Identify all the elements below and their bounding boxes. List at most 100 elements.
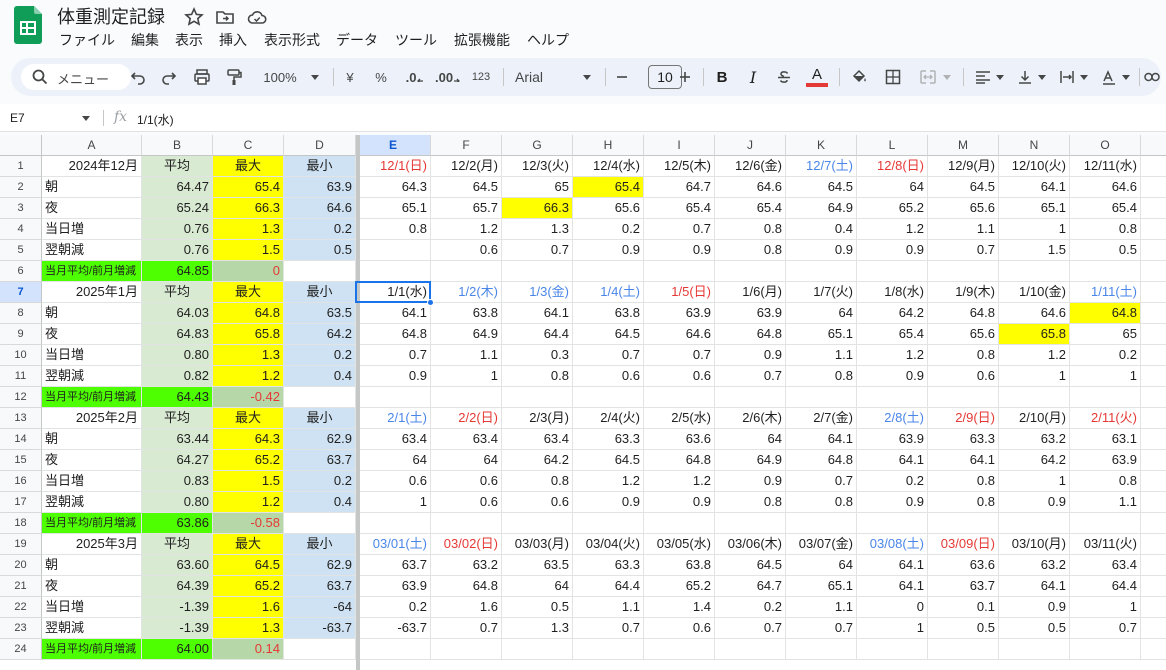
select-all-corner[interactable] <box>0 135 42 156</box>
cell-o15[interactable]: 63.9 <box>1070 450 1141 471</box>
cell-f6[interactable] <box>431 261 502 282</box>
cell-p5[interactable] <box>1141 240 1166 261</box>
cell-f24[interactable] <box>431 639 502 660</box>
cell-f19[interactable]: 03/02(日) <box>431 534 502 555</box>
cell-l7[interactable]: 1/8(水) <box>857 282 928 303</box>
cell-f18[interactable] <box>431 513 502 534</box>
cell-h13[interactable]: 2/4(火) <box>573 408 644 429</box>
cell-d5[interactable]: 0.5 <box>284 240 356 261</box>
cloud-saved-icon[interactable] <box>247 7 267 27</box>
cell-f4[interactable]: 1.2 <box>431 219 502 240</box>
cell-h8[interactable]: 63.8 <box>573 303 644 324</box>
cell-f22[interactable]: 1.6 <box>431 597 502 618</box>
cell-a1[interactable]: 2024年12月 <box>42 156 142 177</box>
column-header-m[interactable]: M <box>928 135 999 156</box>
cell-a13[interactable]: 2025年2月 <box>42 408 142 429</box>
cell-i18[interactable] <box>644 513 715 534</box>
cell-i16[interactable]: 1.2 <box>644 471 715 492</box>
cell-n13[interactable]: 2/10(月) <box>999 408 1070 429</box>
cell-p14[interactable] <box>1141 429 1166 450</box>
cell-i2[interactable]: 64.7 <box>644 177 715 198</box>
menu-file[interactable]: ファイル <box>59 30 115 50</box>
cell-n12[interactable] <box>999 387 1070 408</box>
cell-f5[interactable]: 0.6 <box>431 240 502 261</box>
cell-d17[interactable]: 0.4 <box>284 492 356 513</box>
cell-g12[interactable] <box>502 387 573 408</box>
cell-n23[interactable]: 0.5 <box>999 618 1070 639</box>
cell-h1[interactable]: 12/4(水) <box>573 156 644 177</box>
cell-d21[interactable]: 63.7 <box>284 576 356 597</box>
column-header-d[interactable]: D <box>284 135 356 156</box>
cell-j22[interactable]: 0.2 <box>715 597 786 618</box>
cell-i11[interactable]: 0.6 <box>644 366 715 387</box>
column-header-f[interactable]: F <box>431 135 502 156</box>
formula-input[interactable]: 1/1(水) <box>137 111 174 128</box>
cell-d9[interactable]: 64.2 <box>284 324 356 345</box>
cell-p15[interactable] <box>1141 450 1166 471</box>
currency-format-button[interactable]: ¥ <box>342 66 358 88</box>
row-header-24[interactable]: 24 <box>0 639 42 660</box>
cell-m1[interactable]: 12/9(月) <box>928 156 999 177</box>
spreadsheet-grid[interactable]: ABCDEFGHIJKLMNOP12024年12月平均最大最小12/1(日)12… <box>0 135 1166 670</box>
cell-b16[interactable]: 0.83 <box>142 471 213 492</box>
row-header-23[interactable]: 23 <box>0 618 42 639</box>
cell-l20[interactable]: 64.1 <box>857 555 928 576</box>
cell-k2[interactable]: 64.5 <box>786 177 857 198</box>
cell-c22[interactable]: 1.6 <box>213 597 284 618</box>
cell-i1[interactable]: 12/5(木) <box>644 156 715 177</box>
cell-g16[interactable]: 0.8 <box>502 471 573 492</box>
cell-i8[interactable]: 63.9 <box>644 303 715 324</box>
column-header-a[interactable]: A <box>42 135 142 156</box>
cell-g4[interactable]: 1.3 <box>502 219 573 240</box>
cell-n8[interactable]: 64.6 <box>999 303 1070 324</box>
cell-j12[interactable] <box>715 387 786 408</box>
cell-b7[interactable]: 平均 <box>142 282 213 303</box>
redo-button[interactable] <box>159 66 179 88</box>
cell-m18[interactable] <box>928 513 999 534</box>
name-box[interactable]: E7 <box>10 111 25 125</box>
cell-e3[interactable]: 65.1 <box>356 198 431 219</box>
cell-n4[interactable]: 1 <box>999 219 1070 240</box>
cell-j5[interactable]: 0.8 <box>715 240 786 261</box>
fill-handle[interactable] <box>427 299 434 306</box>
cell-e6[interactable] <box>356 261 431 282</box>
fill-color-button[interactable] <box>849 66 869 88</box>
row-header-22[interactable]: 22 <box>0 597 42 618</box>
cell-m4[interactable]: 1.1 <box>928 219 999 240</box>
cell-d3[interactable]: 64.6 <box>284 198 356 219</box>
cell-c24[interactable]: 0.14 <box>213 639 284 660</box>
cell-g24[interactable] <box>502 639 573 660</box>
row-header-14[interactable]: 14 <box>0 429 42 450</box>
cell-i14[interactable]: 63.6 <box>644 429 715 450</box>
cell-o8[interactable]: 64.8 <box>1070 303 1141 324</box>
cell-m11[interactable]: 0.6 <box>928 366 999 387</box>
row-header-6[interactable]: 6 <box>0 261 42 282</box>
cell-k6[interactable] <box>786 261 857 282</box>
text-color-button[interactable]: A <box>806 66 828 88</box>
cell-j10[interactable]: 0.9 <box>715 345 786 366</box>
cell-g20[interactable]: 63.5 <box>502 555 573 576</box>
cell-p20[interactable] <box>1141 555 1166 576</box>
cell-m9[interactable]: 65.6 <box>928 324 999 345</box>
cell-n11[interactable]: 1 <box>999 366 1070 387</box>
cell-l13[interactable]: 2/8(土) <box>857 408 928 429</box>
cell-l2[interactable]: 64 <box>857 177 928 198</box>
cell-b20[interactable]: 63.60 <box>142 555 213 576</box>
cell-i9[interactable]: 64.6 <box>644 324 715 345</box>
decrease-font-size-button[interactable] <box>613 66 631 88</box>
cell-j8[interactable]: 63.9 <box>715 303 786 324</box>
cell-b11[interactable]: 0.82 <box>142 366 213 387</box>
cell-d4[interactable]: 0.2 <box>284 219 356 240</box>
cell-b14[interactable]: 63.44 <box>142 429 213 450</box>
italic-button[interactable]: I <box>744 66 762 88</box>
row-header-11[interactable]: 11 <box>0 366 42 387</box>
cell-d18[interactable] <box>284 513 356 534</box>
column-header-h[interactable]: H <box>573 135 644 156</box>
cell-f2[interactable]: 64.5 <box>431 177 502 198</box>
cell-b3[interactable]: 65.24 <box>142 198 213 219</box>
cell-p12[interactable] <box>1141 387 1166 408</box>
cell-p24[interactable] <box>1141 639 1166 660</box>
cell-e15[interactable]: 64 <box>356 450 431 471</box>
row-header-5[interactable]: 5 <box>0 240 42 261</box>
cell-b6[interactable]: 64.85 <box>142 261 213 282</box>
